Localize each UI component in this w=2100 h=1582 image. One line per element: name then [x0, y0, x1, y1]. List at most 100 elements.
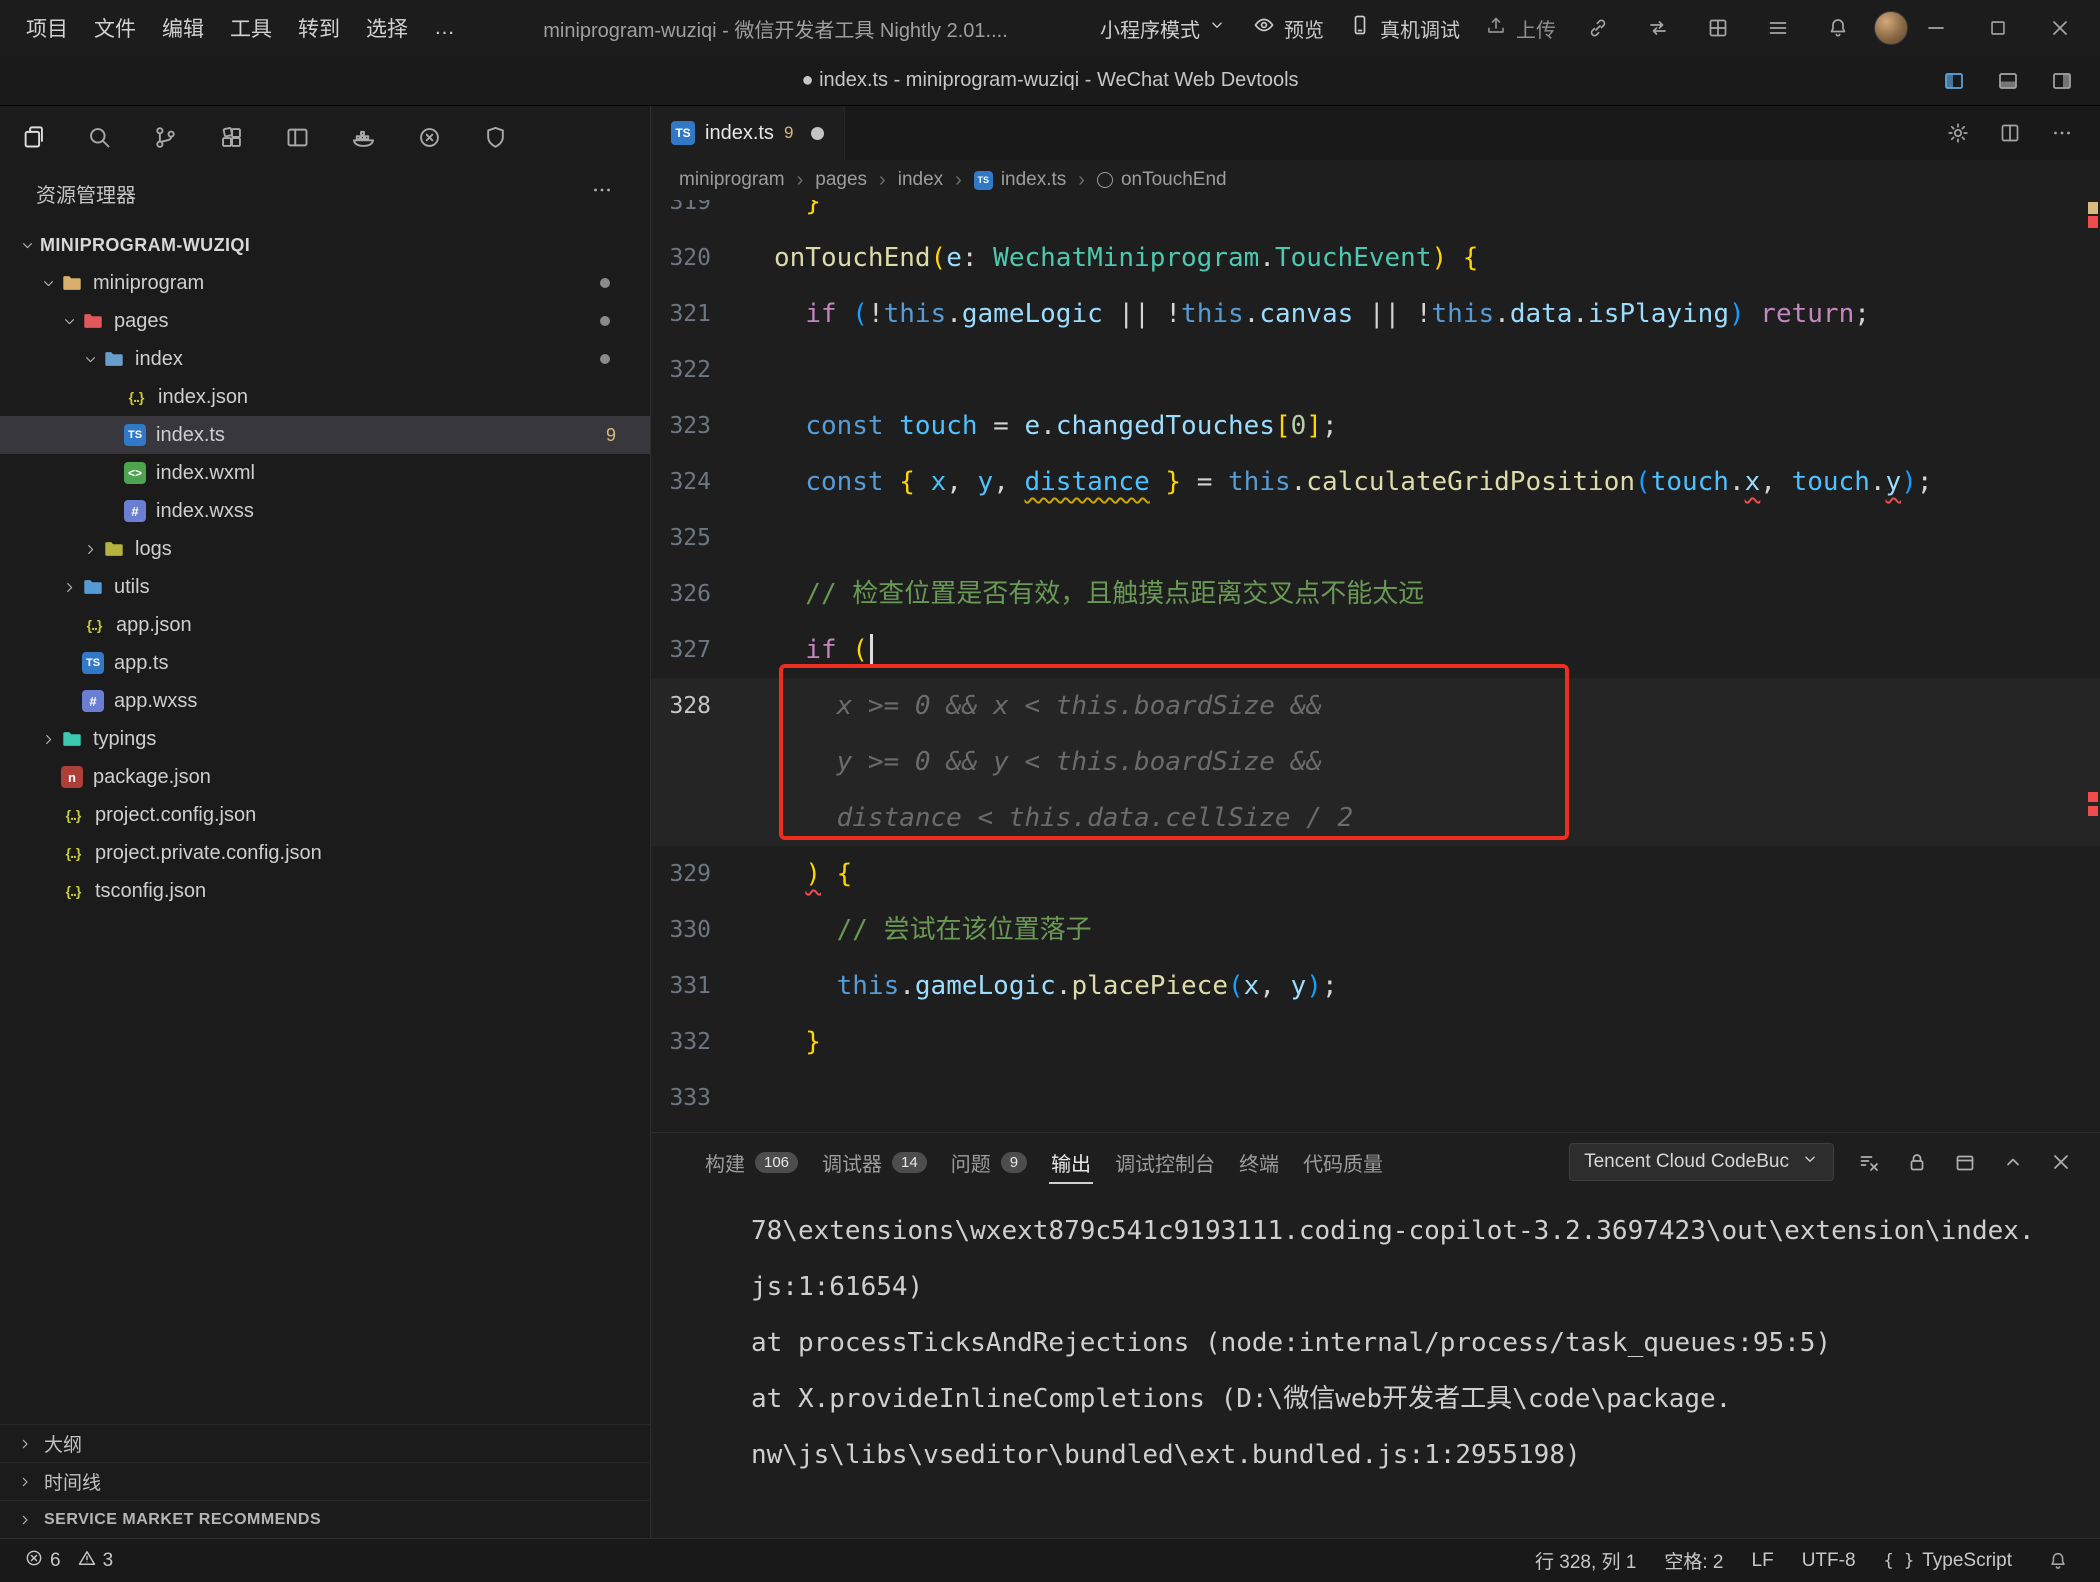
menu-编辑[interactable]: 编辑	[162, 13, 204, 43]
maximize-button[interactable]	[1980, 10, 2016, 46]
menu-工具[interactable]: 工具	[230, 13, 272, 43]
lock-icon[interactable]	[1900, 1145, 1934, 1179]
chevron-right-icon	[14, 1474, 36, 1490]
tree-item-index-ts[interactable]: TSindex.ts9	[0, 416, 650, 454]
minimize-button[interactable]	[1918, 10, 1954, 46]
tree-item-typings[interactable]: typings	[0, 720, 650, 758]
tree-item-miniprogram[interactable]: miniprogram	[0, 264, 650, 302]
modified-dot	[600, 316, 610, 326]
breadcrumb-item-pages[interactable]: pages	[815, 169, 867, 191]
tree-item-index-wxss[interactable]: #index.wxss	[0, 492, 650, 530]
activity-security-icon[interactable]	[470, 112, 520, 162]
tree-item-label: MINIPROGRAM-WUZIQI	[40, 235, 250, 256]
split-editor-icon[interactable]	[1992, 115, 2028, 151]
status-utf-8[interactable]: UTF-8	[1802, 1550, 1856, 1572]
avatar[interactable]	[1874, 11, 1908, 45]
close-button[interactable]	[2042, 10, 2078, 46]
tree-item-package-json[interactable]: npackage.json	[0, 758, 650, 796]
ruler-error-mark	[2088, 216, 2098, 228]
activity-explorer-icon[interactable]	[8, 112, 58, 162]
tree-item-index[interactable]: index	[0, 340, 650, 378]
activity-layout-icon[interactable]	[272, 112, 322, 162]
panel-tab-调试控制台[interactable]: 调试控制台	[1103, 1133, 1227, 1191]
tree-item-pages[interactable]: pages	[0, 302, 650, 340]
output-log[interactable]: 78\extensions\wxext879c541c9193111.codin…	[651, 1191, 2100, 1538]
breadcrumb-item-ontouchend[interactable]: onTouchEnd	[1097, 169, 1227, 191]
section-时间线[interactable]: 时间线	[0, 1462, 650, 1500]
eye-icon	[1252, 13, 1276, 43]
close-icon[interactable]	[2044, 1145, 2078, 1179]
status-行-328-列-1[interactable]: 行 328, 列 1	[1535, 1547, 1636, 1574]
tree-item-index-json[interactable]: {..}index.json	[0, 378, 650, 416]
gear-icon[interactable]	[1940, 115, 1976, 151]
output-line: at processTicksAndRejections (node:inter…	[751, 1315, 2060, 1371]
status-typescript[interactable]: { }TypeScript	[1884, 1550, 2012, 1572]
tree-item-app-ts[interactable]: TSapp.ts	[0, 644, 650, 682]
open-editor-icon[interactable]	[1948, 1145, 1982, 1179]
menu-选择[interactable]: 选择	[366, 13, 408, 43]
preview-button[interactable]: 预览	[1252, 13, 1324, 43]
status-lf[interactable]: LF	[1752, 1550, 1774, 1572]
sync-icon[interactable]	[1640, 10, 1676, 46]
chevron-up-icon[interactable]	[1996, 1145, 2030, 1179]
panel-tab-终端[interactable]: 终端	[1227, 1133, 1291, 1191]
ts-file-icon: TS	[974, 171, 993, 190]
tree-item-logs[interactable]: logs	[0, 530, 650, 568]
activity-debug-target-icon[interactable]	[404, 112, 454, 162]
tree-item-utils[interactable]: utils	[0, 568, 650, 606]
more-actions-icon[interactable]	[590, 178, 614, 208]
layout-left-icon[interactable]	[1936, 63, 1972, 99]
output-channel-select[interactable]: Tencent Cloud CodeBuc	[1569, 1143, 1834, 1181]
sidebar-spacer	[0, 910, 650, 1424]
bell-icon[interactable]	[1820, 10, 1856, 46]
breadcrumb-item-miniprogram[interactable]: miniprogram	[679, 169, 785, 191]
clear-output-icon[interactable]	[1852, 1145, 1886, 1179]
problems-status[interactable]: 6 3	[24, 1548, 113, 1574]
modified-dot[interactable]	[811, 127, 824, 140]
tree-item-app-wxss[interactable]: #app.wxss	[0, 682, 650, 720]
layout-bottom-icon[interactable]	[1990, 63, 2026, 99]
mode-select[interactable]: 小程序模式	[1100, 14, 1226, 43]
breadcrumb-item-index-ts[interactable]: TSindex.ts	[974, 169, 1066, 191]
tree-item-miniprogram-wuziqi[interactable]: MINIPROGRAM-WUZIQI	[0, 226, 650, 264]
code-editor[interactable]: 319 }320onTouchEnd(e: WechatMiniprogram.…	[651, 200, 2100, 1132]
panel-tab-输出[interactable]: 输出	[1039, 1133, 1103, 1191]
more-actions-icon[interactable]	[2044, 115, 2080, 151]
line-number: 319	[651, 200, 711, 230]
menu-项目[interactable]: 项目	[26, 13, 68, 43]
activity-search-icon[interactable]	[74, 112, 124, 162]
menu-icon[interactable]	[1760, 10, 1796, 46]
tree-item-app-json[interactable]: {..}app.json	[0, 606, 650, 644]
panel-tab-问题[interactable]: 问题9	[939, 1133, 1039, 1191]
breadcrumb-item-index[interactable]: index	[898, 169, 943, 191]
tree-item-index-wxml[interactable]: <>index.wxml	[0, 454, 650, 492]
section-大纲[interactable]: 大纲	[0, 1424, 650, 1462]
code-line-329: 329 ) {	[651, 846, 2100, 902]
editor-actions	[1940, 106, 2100, 160]
tree-item-project-config-json[interactable]: {..}project.config.json	[0, 796, 650, 834]
device-debug-button[interactable]: 真机调试	[1348, 13, 1460, 43]
section-service-market-recommends[interactable]: SERVICE MARKET RECOMMENDS	[0, 1500, 650, 1538]
panel-tab-代码质量[interactable]: 代码质量	[1291, 1133, 1395, 1191]
phone-debug-icon	[1348, 13, 1372, 43]
panel-tab-构建[interactable]: 构建106	[693, 1133, 810, 1191]
panel-tab-调试器[interactable]: 调试器14	[810, 1133, 939, 1191]
menu-文件[interactable]: 文件	[94, 13, 136, 43]
link-icon[interactable]	[1580, 10, 1616, 46]
overview-ruler	[2088, 200, 2098, 1132]
activity-extensions-icon[interactable]	[206, 112, 256, 162]
upload-button[interactable]: 上传	[1484, 13, 1556, 43]
layout-right-icon[interactable]	[2044, 63, 2080, 99]
bell-icon[interactable]	[2040, 1543, 2076, 1579]
status-空格-2[interactable]: 空格: 2	[1664, 1547, 1723, 1574]
code-line-ghost: distance < this.data.cellSize / 2	[651, 790, 2100, 846]
tree-item-tsconfig-json[interactable]: {..}tsconfig.json	[0, 872, 650, 910]
menu--[interactable]: …	[434, 16, 455, 40]
symbol-method-icon	[1097, 172, 1113, 188]
menu-转到[interactable]: 转到	[298, 13, 340, 43]
activity-docker-icon[interactable]	[338, 112, 388, 162]
tab-index-ts[interactable]: TS index.ts 9	[651, 106, 845, 160]
layout-grid-icon[interactable]	[1700, 10, 1736, 46]
activity-source-control-icon[interactable]	[140, 112, 190, 162]
tree-item-project-private-config-json[interactable]: {..}project.private.config.json	[0, 834, 650, 872]
